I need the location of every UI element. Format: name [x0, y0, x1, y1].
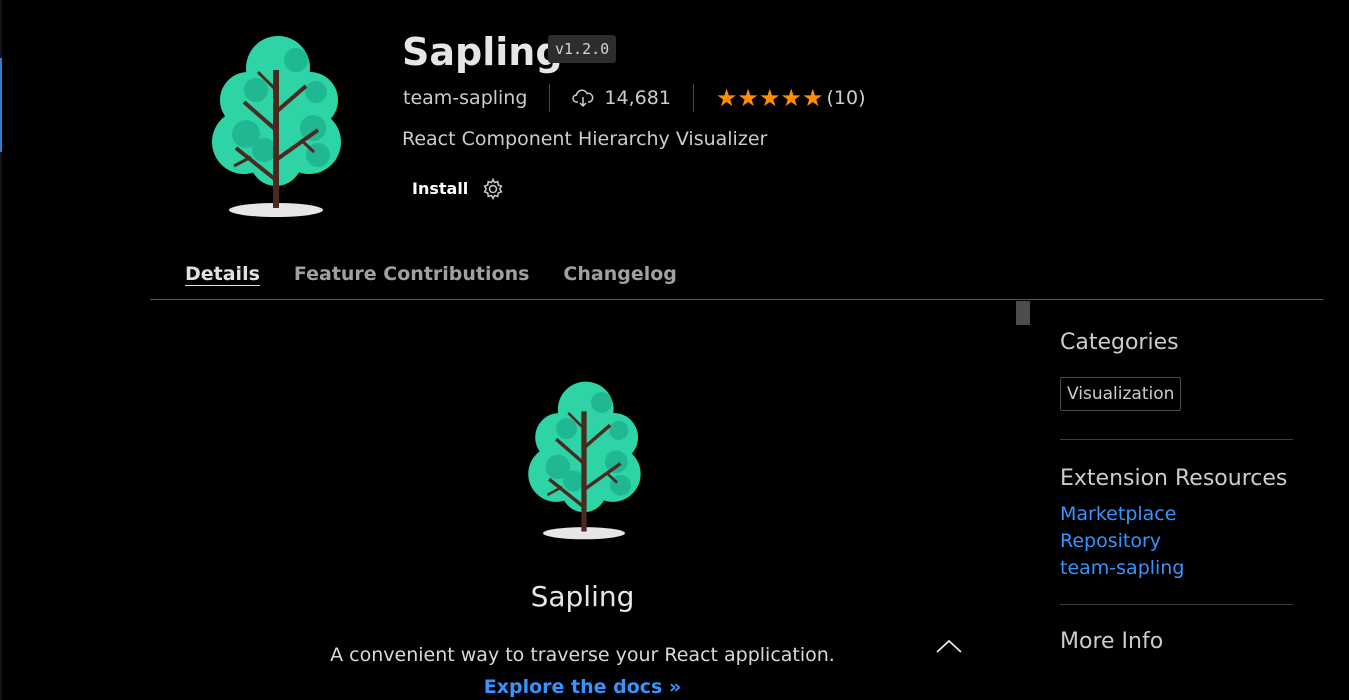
category-tag[interactable]: Visualization [1060, 377, 1182, 411]
tree-logo-icon [523, 374, 645, 546]
tab-feature-contributions[interactable]: Feature Contributions [294, 258, 530, 299]
gear-icon[interactable] [480, 176, 506, 202]
resource-link-repository[interactable]: Repository [1060, 528, 1293, 555]
divider [549, 84, 551, 112]
publisher-name[interactable]: team-sapling [403, 87, 527, 109]
download-count-value: 14,681 [604, 87, 671, 109]
resources-heading: Extension Resources [1060, 466, 1288, 491]
star-icon: ★ [801, 84, 824, 112]
download-count: 14,681 [572, 87, 671, 109]
active-indicator [0, 58, 2, 152]
tab-bar: Details Feature Contributions Changelog [150, 258, 1323, 300]
explore-docs-link[interactable]: Explore the docs » [0, 676, 1165, 698]
readme-description: A convenient way to traverse your React … [330, 644, 835, 666]
extension-description: React Component Hierarchy Visualizer [402, 128, 768, 150]
tab-details[interactable]: Details [185, 258, 260, 299]
star-icon: ★ [758, 84, 781, 112]
install-button[interactable]: Install [402, 174, 479, 204]
divider [1060, 439, 1293, 440]
star-icon: ★ [715, 84, 738, 112]
rating[interactable]: ★★★★★ (10) [716, 84, 866, 112]
tree-logo-icon [206, 30, 346, 222]
more-info-heading: More Info [1060, 629, 1164, 654]
resource-link-marketplace[interactable]: Marketplace [1060, 501, 1293, 528]
version-badge: v1.2.0 [548, 35, 617, 63]
tab-changelog[interactable]: Changelog [563, 258, 676, 299]
details-sidebar: Categories Visualization Extension Resou… [1060, 330, 1293, 654]
resource-link-publisher[interactable]: team-sapling [1060, 555, 1293, 582]
star-icon: ★ [737, 84, 759, 112]
divider [692, 84, 694, 112]
rating-count: (10) [826, 87, 866, 109]
extension-title: Sapling [402, 30, 563, 74]
readme-title: Sapling [530, 580, 635, 613]
cloud-download-icon [572, 89, 594, 108]
rating-stars: ★★★★★ [716, 84, 824, 112]
divider [1060, 604, 1293, 605]
star-icon: ★ [780, 84, 802, 112]
chevron-up-icon[interactable] [934, 636, 964, 656]
scrollbar-thumb[interactable] [1016, 301, 1030, 325]
categories-heading: Categories [1060, 330, 1179, 355]
extension-meta-row: team-sapling 14,681 ★★★★★ (10) [403, 84, 866, 112]
